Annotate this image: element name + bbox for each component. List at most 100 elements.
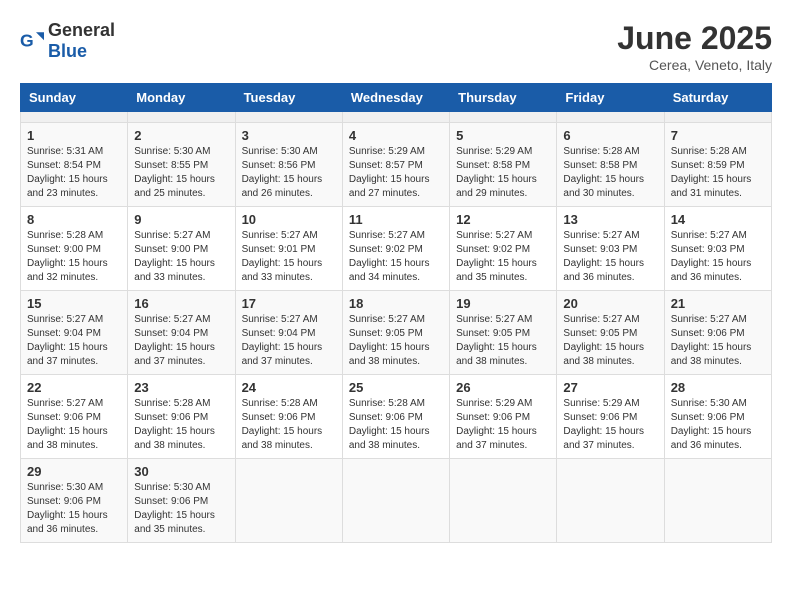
day-number: 4 — [349, 128, 443, 143]
day-number: 25 — [349, 380, 443, 395]
weekday-header-thursday: Thursday — [450, 84, 557, 112]
calendar-cell: 29 Sunrise: 5:30 AM Sunset: 9:06 PM Dayl… — [21, 459, 128, 543]
day-number: 27 — [563, 380, 657, 395]
cell-info: Sunrise: 5:27 AM Sunset: 9:01 PM Dayligh… — [242, 229, 336, 285]
calendar-week-1: 1 Sunrise: 5:31 AM Sunset: 8:54 PM Dayli… — [21, 123, 772, 207]
calendar-cell: 22 Sunrise: 5:27 AM Sunset: 9:06 PM Dayl… — [21, 375, 128, 459]
generalblue-logo-icon: G — [20, 29, 44, 53]
calendar-cell: 14 Sunrise: 5:27 AM Sunset: 9:03 PM Dayl… — [664, 207, 771, 291]
day-number: 8 — [27, 212, 121, 227]
day-number: 3 — [242, 128, 336, 143]
day-number: 6 — [563, 128, 657, 143]
calendar-cell: 12 Sunrise: 5:27 AM Sunset: 9:02 PM Dayl… — [450, 207, 557, 291]
cell-info: Sunrise: 5:28 AM Sunset: 9:06 PM Dayligh… — [134, 397, 228, 453]
calendar-cell: 3 Sunrise: 5:30 AM Sunset: 8:56 PM Dayli… — [235, 123, 342, 207]
logo-blue-text: Blue — [48, 41, 87, 61]
calendar-cell: 10 Sunrise: 5:27 AM Sunset: 9:01 PM Dayl… — [235, 207, 342, 291]
calendar-week-3: 15 Sunrise: 5:27 AM Sunset: 9:04 PM Dayl… — [21, 291, 772, 375]
day-number: 11 — [349, 212, 443, 227]
cell-info: Sunrise: 5:27 AM Sunset: 9:02 PM Dayligh… — [456, 229, 550, 285]
calendar-cell: 24 Sunrise: 5:28 AM Sunset: 9:06 PM Dayl… — [235, 375, 342, 459]
day-number: 24 — [242, 380, 336, 395]
day-number: 20 — [563, 296, 657, 311]
day-number: 9 — [134, 212, 228, 227]
calendar-cell: 16 Sunrise: 5:27 AM Sunset: 9:04 PM Dayl… — [128, 291, 235, 375]
day-number: 5 — [456, 128, 550, 143]
day-number: 14 — [671, 212, 765, 227]
cell-info: Sunrise: 5:31 AM Sunset: 8:54 PM Dayligh… — [27, 145, 121, 201]
cell-info: Sunrise: 5:28 AM Sunset: 9:06 PM Dayligh… — [242, 397, 336, 453]
day-number: 1 — [27, 128, 121, 143]
day-number: 23 — [134, 380, 228, 395]
calendar-cell: 25 Sunrise: 5:28 AM Sunset: 9:06 PM Dayl… — [342, 375, 449, 459]
calendar-cell: 19 Sunrise: 5:27 AM Sunset: 9:05 PM Dayl… — [450, 291, 557, 375]
day-number: 2 — [134, 128, 228, 143]
calendar-cell: 20 Sunrise: 5:27 AM Sunset: 9:05 PM Dayl… — [557, 291, 664, 375]
calendar-cell: 26 Sunrise: 5:29 AM Sunset: 9:06 PM Dayl… — [450, 375, 557, 459]
day-number: 28 — [671, 380, 765, 395]
cell-info: Sunrise: 5:27 AM Sunset: 9:06 PM Dayligh… — [27, 397, 121, 453]
calendar-cell: 11 Sunrise: 5:27 AM Sunset: 9:02 PM Dayl… — [342, 207, 449, 291]
logo: G General Blue — [20, 20, 115, 62]
cell-info: Sunrise: 5:29 AM Sunset: 8:57 PM Dayligh… — [349, 145, 443, 201]
calendar-table: SundayMondayTuesdayWednesdayThursdayFrid… — [20, 83, 772, 543]
calendar-cell — [21, 112, 128, 123]
calendar-cell: 13 Sunrise: 5:27 AM Sunset: 9:03 PM Dayl… — [557, 207, 664, 291]
day-number: 26 — [456, 380, 550, 395]
day-number: 19 — [456, 296, 550, 311]
calendar-cell: 27 Sunrise: 5:29 AM Sunset: 9:06 PM Dayl… — [557, 375, 664, 459]
calendar-cell: 28 Sunrise: 5:30 AM Sunset: 9:06 PM Dayl… — [664, 375, 771, 459]
cell-info: Sunrise: 5:30 AM Sunset: 9:06 PM Dayligh… — [27, 481, 121, 537]
cell-info: Sunrise: 5:27 AM Sunset: 9:05 PM Dayligh… — [349, 313, 443, 369]
cell-info: Sunrise: 5:30 AM Sunset: 9:06 PM Dayligh… — [134, 481, 228, 537]
day-number: 18 — [349, 296, 443, 311]
cell-info: Sunrise: 5:27 AM Sunset: 9:03 PM Dayligh… — [671, 229, 765, 285]
day-number: 30 — [134, 464, 228, 479]
calendar-cell — [450, 459, 557, 543]
day-number: 17 — [242, 296, 336, 311]
cell-info: Sunrise: 5:28 AM Sunset: 9:06 PM Dayligh… — [349, 397, 443, 453]
calendar-cell — [450, 112, 557, 123]
cell-info: Sunrise: 5:30 AM Sunset: 8:55 PM Dayligh… — [134, 145, 228, 201]
cell-info: Sunrise: 5:27 AM Sunset: 9:04 PM Dayligh… — [242, 313, 336, 369]
cell-info: Sunrise: 5:29 AM Sunset: 9:06 PM Dayligh… — [456, 397, 550, 453]
day-number: 22 — [27, 380, 121, 395]
calendar-cell: 1 Sunrise: 5:31 AM Sunset: 8:54 PM Dayli… — [21, 123, 128, 207]
cell-info: Sunrise: 5:28 AM Sunset: 8:58 PM Dayligh… — [563, 145, 657, 201]
logo-general-text: General — [48, 20, 115, 40]
day-number: 13 — [563, 212, 657, 227]
weekday-header-saturday: Saturday — [664, 84, 771, 112]
calendar-cell — [342, 459, 449, 543]
weekday-header-wednesday: Wednesday — [342, 84, 449, 112]
cell-info: Sunrise: 5:28 AM Sunset: 9:00 PM Dayligh… — [27, 229, 121, 285]
weekday-header-sunday: Sunday — [21, 84, 128, 112]
calendar-week-0 — [21, 112, 772, 123]
calendar-cell: 18 Sunrise: 5:27 AM Sunset: 9:05 PM Dayl… — [342, 291, 449, 375]
day-number: 29 — [27, 464, 121, 479]
location-title: Cerea, Veneto, Italy — [617, 57, 772, 73]
cell-info: Sunrise: 5:29 AM Sunset: 9:06 PM Dayligh… — [563, 397, 657, 453]
month-title: June 2025 — [617, 20, 772, 57]
day-number: 7 — [671, 128, 765, 143]
calendar-cell: 23 Sunrise: 5:28 AM Sunset: 9:06 PM Dayl… — [128, 375, 235, 459]
calendar-week-4: 22 Sunrise: 5:27 AM Sunset: 9:06 PM Dayl… — [21, 375, 772, 459]
day-number: 15 — [27, 296, 121, 311]
calendar-cell: 6 Sunrise: 5:28 AM Sunset: 8:58 PM Dayli… — [557, 123, 664, 207]
calendar-cell — [557, 112, 664, 123]
calendar-cell: 8 Sunrise: 5:28 AM Sunset: 9:00 PM Dayli… — [21, 207, 128, 291]
weekday-header-tuesday: Tuesday — [235, 84, 342, 112]
cell-info: Sunrise: 5:27 AM Sunset: 9:03 PM Dayligh… — [563, 229, 657, 285]
svg-text:G: G — [20, 31, 34, 51]
cell-info: Sunrise: 5:27 AM Sunset: 9:06 PM Dayligh… — [671, 313, 765, 369]
day-number: 21 — [671, 296, 765, 311]
cell-info: Sunrise: 5:28 AM Sunset: 8:59 PM Dayligh… — [671, 145, 765, 201]
day-number: 12 — [456, 212, 550, 227]
calendar-cell: 21 Sunrise: 5:27 AM Sunset: 9:06 PM Dayl… — [664, 291, 771, 375]
day-number: 10 — [242, 212, 336, 227]
weekday-header-row: SundayMondayTuesdayWednesdayThursdayFrid… — [21, 84, 772, 112]
calendar-cell — [235, 112, 342, 123]
cell-info: Sunrise: 5:30 AM Sunset: 8:56 PM Dayligh… — [242, 145, 336, 201]
calendar-cell — [557, 459, 664, 543]
header-area: G General Blue June 2025 Cerea, Veneto, … — [20, 20, 772, 73]
calendar-week-5: 29 Sunrise: 5:30 AM Sunset: 9:06 PM Dayl… — [21, 459, 772, 543]
